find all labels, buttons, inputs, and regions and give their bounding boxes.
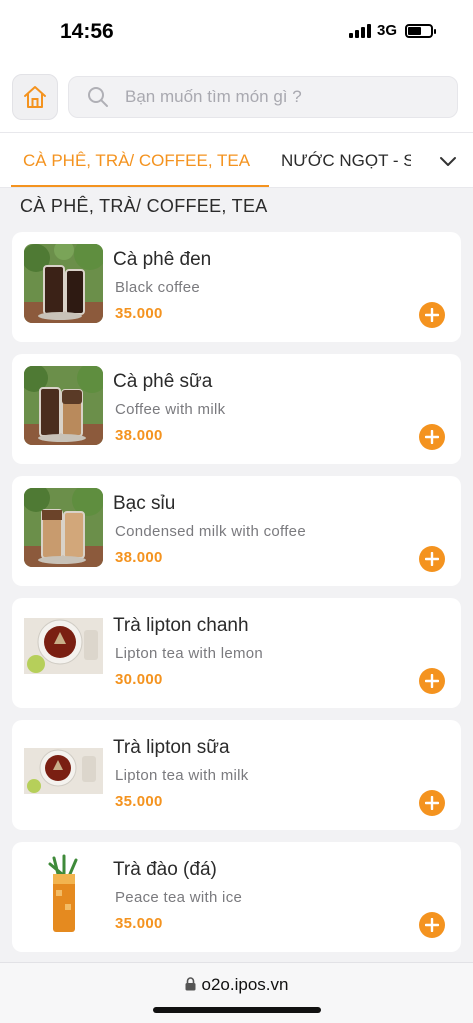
- tabs-toggle-button[interactable]: [423, 133, 473, 187]
- item-name: Cà phê đen: [113, 249, 212, 270]
- plus-icon: [425, 308, 439, 322]
- chevron-down-icon: [440, 156, 456, 166]
- item-name: Cà phê sữa: [113, 371, 213, 392]
- list-item[interactable]: Bạc sỉu Condensed milk with coffee 38.00…: [12, 476, 461, 586]
- item-price: 38.000: [115, 427, 163, 444]
- list-item[interactable]: Cà phê sữa Coffee with milk 38.000: [12, 354, 461, 464]
- item-price: 35.000: [115, 915, 163, 932]
- plus-icon: [425, 552, 439, 566]
- item-price: 38.000: [115, 549, 163, 566]
- item-price: 30.000: [115, 671, 163, 688]
- status-time: 14:56: [60, 20, 114, 43]
- item-description: Coffee with milk: [115, 401, 226, 418]
- battery-icon: [405, 23, 436, 38]
- item-description: Condensed milk with coffee: [115, 523, 306, 540]
- item-name: Bạc sỉu: [113, 493, 176, 514]
- plus-icon: [425, 430, 439, 444]
- item-name: Trà đào (đá): [113, 859, 217, 880]
- milk-coffee-photo: [24, 366, 103, 445]
- plus-icon: [425, 674, 439, 688]
- item-description: Lipton tea with milk: [115, 767, 249, 784]
- add-button[interactable]: [419, 912, 445, 938]
- add-button[interactable]: [419, 546, 445, 572]
- add-button[interactable]: [419, 668, 445, 694]
- tab-soft-drinks[interactable]: NƯỚC NGỌT - S: [281, 133, 411, 187]
- search-box[interactable]: [68, 76, 458, 118]
- item-price: 35.000: [115, 793, 163, 810]
- add-button[interactable]: [419, 790, 445, 816]
- list-item[interactable]: Trà lipton chanh Lipton tea with lemon 3…: [12, 598, 461, 708]
- item-name: Trà lipton sữa: [113, 737, 230, 758]
- menu-list: Cà phê đen Black coffee 35.000 Cà phê sữ…: [12, 232, 461, 964]
- search-input[interactable]: [125, 87, 425, 107]
- search-icon: [88, 87, 108, 107]
- tab-coffee-tea[interactable]: CÀ PHÊ, TRÀ/ COFFEE, TEA: [11, 133, 269, 187]
- network-label: 3G: [376, 22, 397, 39]
- category-tabs: CÀ PHÊ, TRÀ/ COFFEE, TEA NƯỚC NGỌT - S: [0, 132, 473, 188]
- url-display[interactable]: o2o.ipos.vn: [0, 975, 473, 995]
- plus-icon: [425, 918, 439, 932]
- signal-icon: [348, 23, 371, 38]
- home-icon: [24, 86, 46, 108]
- list-item[interactable]: Trà đào (đá) Peace tea with ice 35.000: [12, 842, 461, 952]
- status-bar: 14:56 3G: [0, 0, 473, 62]
- header: [0, 62, 473, 132]
- url-text: o2o.ipos.vn: [201, 975, 289, 994]
- lock-icon: [185, 977, 196, 991]
- add-button[interactable]: [419, 424, 445, 450]
- browser-address-bar[interactable]: o2o.ipos.vn: [0, 962, 473, 1023]
- home-indicator[interactable]: [153, 1007, 321, 1013]
- home-button[interactable]: [12, 74, 58, 120]
- item-description: Peace tea with ice: [115, 889, 243, 906]
- status-indicators: 3G: [348, 22, 436, 39]
- item-description: Black coffee: [115, 279, 201, 296]
- add-button[interactable]: [419, 302, 445, 328]
- list-item[interactable]: Trà lipton sữa Lipton tea with milk 35.0…: [12, 720, 461, 830]
- black-coffee-photo: [24, 244, 103, 323]
- lemon-tea-photo: [24, 610, 103, 689]
- plus-icon: [425, 796, 439, 810]
- milk-tea-photo: [24, 732, 103, 811]
- item-price: 35.000: [115, 305, 163, 322]
- list-item[interactable]: Cà phê đen Black coffee 35.000: [12, 232, 461, 342]
- bac-siu-photo: [24, 488, 103, 567]
- item-name: Trà lipton chanh: [113, 615, 249, 636]
- section-title: CÀ PHÊ, TRÀ/ COFFEE, TEA: [20, 196, 268, 216]
- peach-tea-photo: [24, 854, 103, 933]
- item-description: Lipton tea with lemon: [115, 645, 264, 662]
